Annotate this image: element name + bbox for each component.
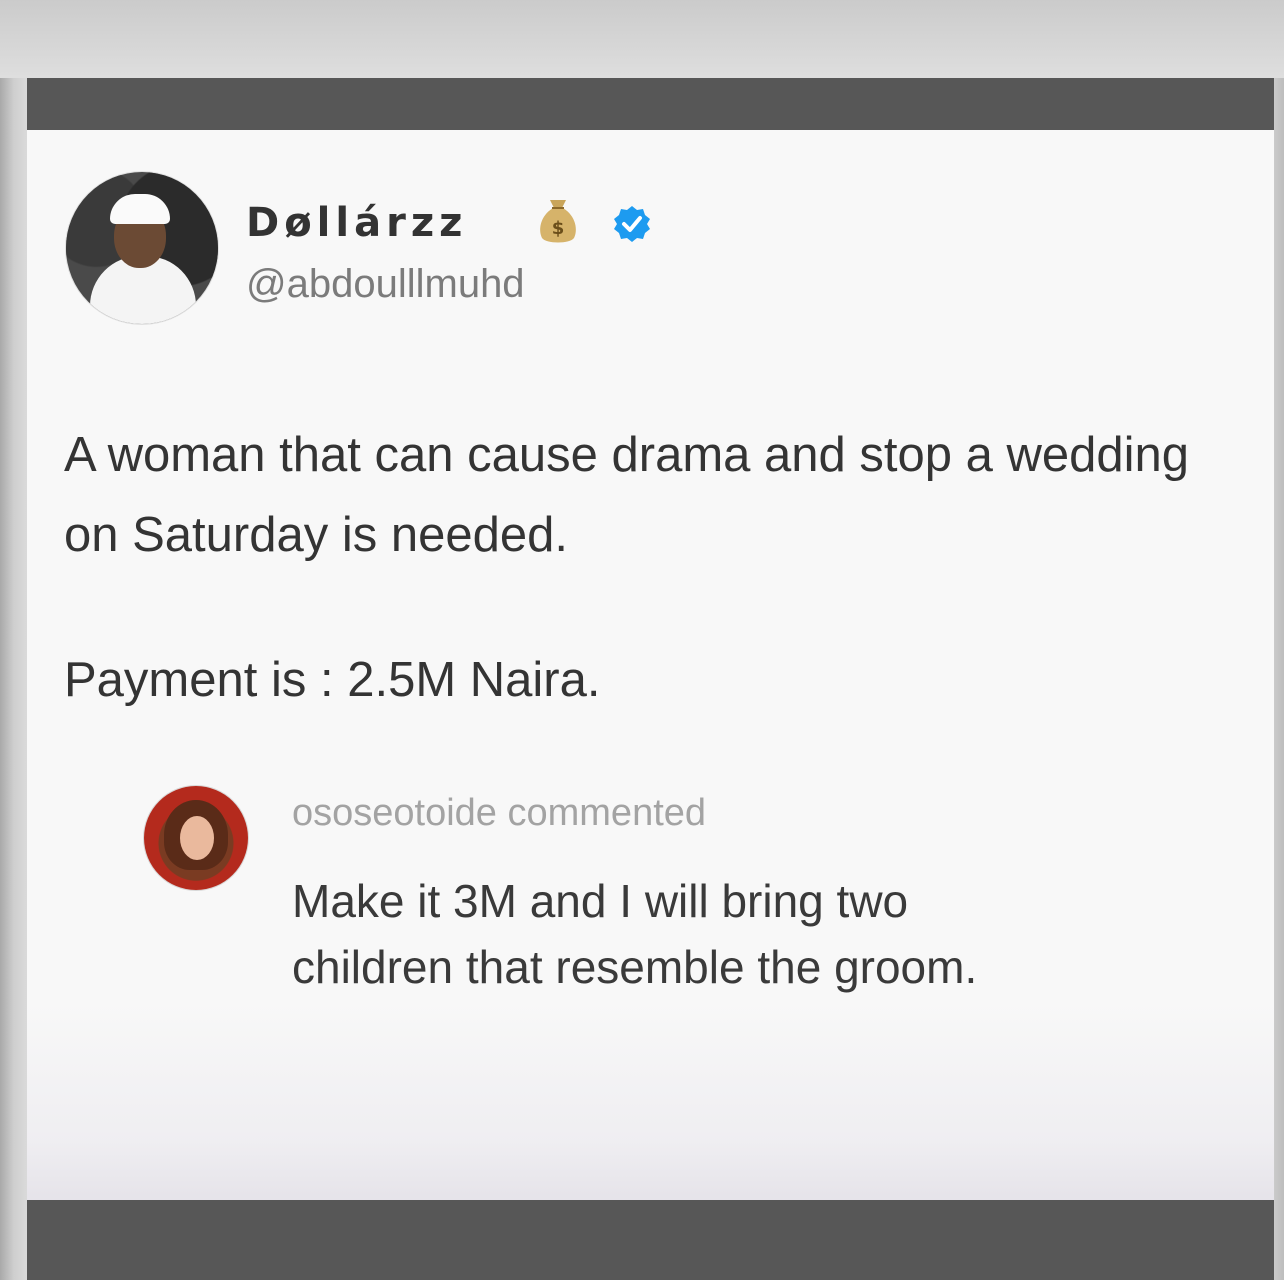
comment-meta[interactable]: ososeotoide commented — [292, 792, 706, 835]
bottom-bar — [27, 1200, 1274, 1280]
card-fade — [27, 1000, 1274, 1200]
author-avatar[interactable] — [66, 172, 218, 324]
top-bar — [27, 78, 1274, 130]
commenter-avatar-face — [180, 816, 214, 860]
author-display-name[interactable]: Døllárzz — [246, 200, 467, 246]
commenter-avatar[interactable] — [144, 786, 248, 890]
svg-text:$: $ — [552, 218, 565, 239]
comment-text: Make it 3M and I will bring two children… — [292, 875, 978, 993]
verified-badge-icon — [614, 206, 650, 242]
author-handle[interactable]: @abdoulllmuhd — [246, 262, 525, 307]
post-text-paragraph-1: A woman that can cause drama and stop a … — [64, 428, 1189, 562]
top-margin — [0, 0, 1284, 78]
post-text-paragraph-2: Payment is : 2.5M Naira. — [64, 653, 601, 707]
money-bag-icon: $ — [540, 200, 576, 243]
post-text: A woman that can cause drama and stop a … — [64, 415, 1204, 575]
